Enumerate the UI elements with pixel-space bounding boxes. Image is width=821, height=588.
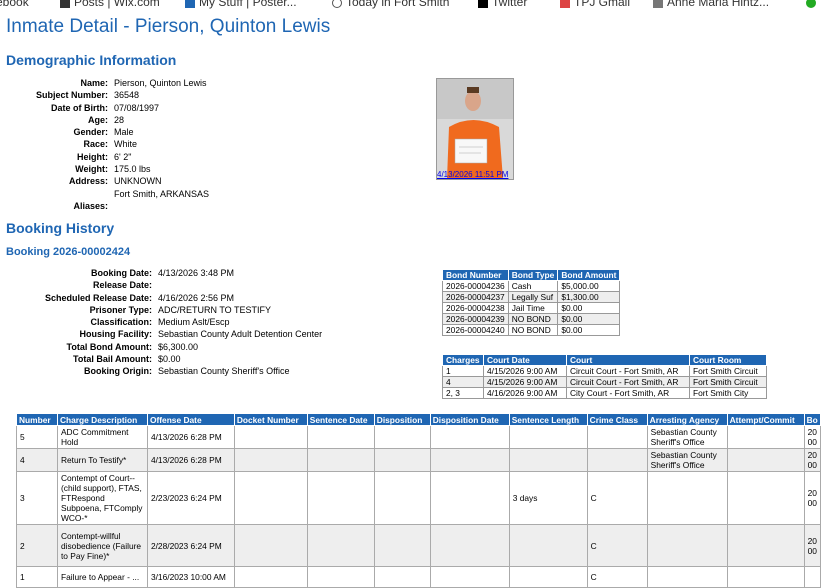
total-bail-value: $0.00 (158, 354, 181, 365)
globe-icon (332, 0, 342, 8)
total-bond-value: $6,300.00 (158, 341, 199, 352)
charges-table-header: Number Charge Description Offense Date D… (16, 413, 821, 426)
table-row: 3 Contempt of Court--(child support), FTA… (16, 471, 821, 525)
table-row: 1 Failure to Appear - ... 3/16/2023 10:00 … (16, 566, 821, 588)
weight-value: 175.0 lbs (114, 164, 151, 175)
bookmark-more[interactable] (806, 0, 820, 9)
table-row: 2, 3 4/16/2026 9:00 AM City Court - Fort S… (442, 387, 767, 399)
demographic-heading: Demographic Information (6, 52, 177, 68)
table-row: 2026-00004238 Jail Time $0.00 (442, 302, 621, 314)
table-row: 2026-00004236 Cash $5,000.00 (442, 280, 621, 292)
bookmark-wix[interactable]: Posts | Wix.com (60, 0, 160, 9)
bookmark-twitter[interactable]: Twitter (478, 0, 527, 9)
bookmarks-bar: ebook Posts | Wix.com My Stuff | Poster.… (0, 0, 821, 9)
age-value: 28 (114, 114, 125, 125)
inmate-photo[interactable] (436, 78, 514, 180)
mugshot-image (437, 79, 513, 179)
photo-date-link[interactable]: 4/13/2026 11:51 PM (437, 170, 508, 179)
table-row: 2026-00004240 NO BOND $0.00 (442, 324, 621, 336)
classification-value: Medium Aslt/Escp (158, 317, 230, 328)
page-title: Inmate Detail - Pierson, Quinton Lewis (6, 16, 331, 37)
table-row: 5 ADC Commitment Hold 4/13/2026 6:28 PM Seb… (16, 425, 821, 449)
poster-icon (185, 0, 195, 8)
booking-origin-value: Sebastian County Sheriff's Office (158, 366, 290, 377)
bookmark-gmail[interactable]: TPJ Gmail (560, 0, 630, 9)
bookmark-poster[interactable]: My Stuff | Poster... (185, 0, 297, 9)
booking-date-value: 4/13/2026 3:48 PM (158, 268, 235, 278)
court-table: Charges Court Date Court Court Room 1 4/1… (442, 354, 767, 399)
prisoner-type-value: ADC/RETURN TO TESTIFY (158, 304, 272, 315)
subject-number-value: 36548 (114, 90, 140, 101)
table-row: 2026-00004239 NO BOND $0.00 (442, 313, 621, 325)
whatsapp-icon (806, 0, 816, 8)
table-row: 2 Contempt-willful disobedience (Failure … (16, 524, 821, 567)
housing-facility-value: Sebastian County Adult Detention Center (158, 329, 323, 340)
scheduled-release-value: 4/16/2026 2:56 PM (158, 292, 235, 303)
race-value: White (114, 139, 138, 150)
dob-value: 07/08/1997 (114, 102, 160, 113)
bond-table-header: Bond Number Bond Type Bond Amount (442, 269, 621, 281)
demographic-fields: Name: Pierson, Quinton Lewis Subject Numb… (35, 78, 210, 212)
booking-title: Booking 2026-00002424 (6, 246, 131, 258)
bookmark-anne[interactable]: Anne Maria Hintz... (653, 0, 769, 9)
booking-history-heading: Booking History (6, 220, 115, 236)
bookmark-ebook[interactable]: ebook (0, 0, 29, 9)
bond-table: Bond Number Bond Type Bond Amount 2026-0… (442, 269, 621, 336)
table-row: 1 4/15/2026 9:00 AM Circuit Court - Fort S… (442, 365, 767, 377)
table-row: 4 Return To Testify* 4/13/2026 6:28 PM Seba… (16, 448, 821, 472)
gender-value: Male (114, 127, 134, 138)
wix-icon (60, 0, 70, 8)
x-icon (478, 0, 488, 8)
charges-table: Number Charge Description Offense Date D… (16, 413, 821, 588)
image-icon (653, 0, 663, 8)
address-value: UNKNOWN Fort Smith, ARKANSAS (114, 176, 210, 199)
bookmark-fort-smith[interactable]: Today in Fort Smith (332, 0, 449, 9)
name-value: Pierson, Quinton Lewis (114, 78, 207, 88)
table-row: 2026-00004237 Legally Suf $1,300.00 (442, 291, 621, 303)
booking-fields: Booking Date: 4/13/2026 3:48 PM Release D… (44, 268, 323, 377)
gmail-icon (560, 0, 570, 8)
court-table-header: Charges Court Date Court Court Room (442, 354, 767, 366)
aliases-value (108, 200, 114, 212)
table-row: 4 4/15/2026 9:00 AM Circuit Court - Fort S… (442, 376, 767, 388)
height-value: 6' 2" (114, 151, 132, 162)
release-date-value (152, 279, 158, 291)
